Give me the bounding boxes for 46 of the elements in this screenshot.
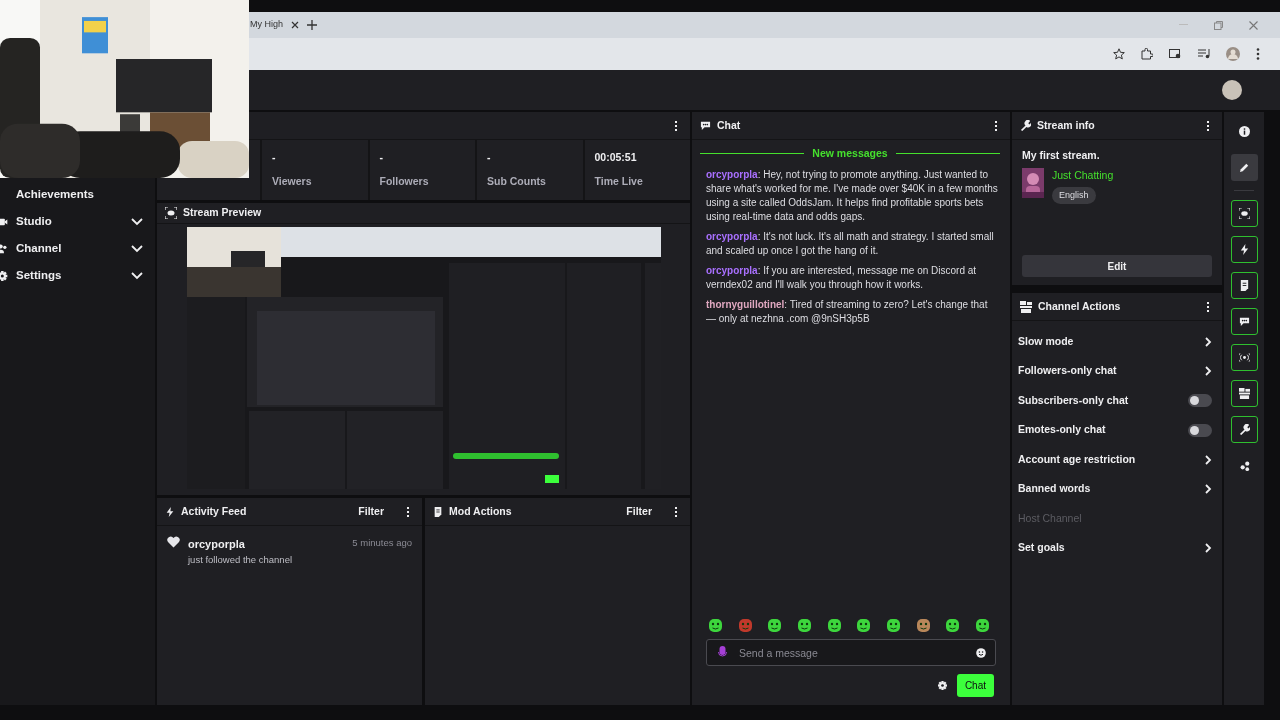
chat-username[interactable]: orcyporpla — [706, 168, 758, 180]
panel-title: Mod Actions — [449, 503, 513, 519]
chat-message: orcyporpla: It's not luck. It's all math and strategy. I started small and scaled up once I got the hang of it. — [706, 229, 995, 258]
timestamp: 5 minutes ago — [352, 536, 412, 550]
chat-message: orcyporpla: Hey, not trying to promote anything. Just wanted to share what's worked for me. I've made over $40K in a few months using a site called OddsJam. It helps find profitable sports bets using real-time data and odds gaps. — [706, 167, 999, 224]
stat-label: Viewers — [272, 173, 313, 189]
channel-action: Host Channel — [1018, 510, 1083, 526]
username[interactable]: orcyporpla — [188, 536, 345, 553]
sidebar-item[interactable]: Studio — [8, 212, 131, 231]
sidebar-item[interactable]: Achievements — [8, 185, 143, 204]
sidebar-item[interactable]: Settings — [8, 266, 131, 285]
message-input[interactable]: Send a message — [706, 639, 996, 666]
filter-button[interactable]: Filter — [358, 503, 384, 520]
panel-title: Stream info — [1037, 117, 1096, 133]
channel-action[interactable]: Emotes-only chat — [1018, 422, 1188, 439]
chat-message: thornyguillotinel: Tired of streaming to zero? Let's change that — only at nezhna .com @9nSH3p5B — [706, 297, 989, 326]
language-tag[interactable]: English — [1052, 186, 1096, 204]
event-text: just followed the channel — [188, 552, 294, 567]
sidebar-item[interactable]: Channel — [8, 239, 131, 258]
chat-message: orcyporpla: If you are interested, message me on Discord at verndex02 and I'll walk you through how it works. — [706, 263, 978, 292]
panel-title: Stream Preview — [183, 205, 263, 221]
channel-action[interactable]: Account age restriction — [1018, 451, 1204, 468]
send-button[interactable]: Chat — [956, 674, 994, 697]
stat-label: Sub Counts — [487, 173, 547, 189]
channel-action[interactable]: Set goals — [1018, 540, 1204, 557]
stat-label: Time Live — [594, 173, 644, 189]
stat-value: 00:05:51 — [594, 150, 638, 165]
channel-action[interactable]: Followers-only chat — [1018, 363, 1204, 380]
chat-username[interactable]: orcyporpla — [706, 230, 758, 242]
stat-label: Followers — [379, 173, 430, 189]
channel-action[interactable]: Slow mode — [1018, 333, 1204, 350]
edit-button[interactable]: Edit — [1022, 255, 1212, 277]
filter-button[interactable]: Filter — [626, 503, 652, 520]
stat-value: - — [487, 150, 492, 165]
panel-title: Channel Actions — [1038, 298, 1122, 314]
channel-action[interactable]: Subscribers-only chat — [1018, 392, 1188, 409]
tab-title[interactable]: My High — [250, 18, 283, 32]
stream-title: My first stream. — [1022, 148, 1101, 163]
chat-username[interactable]: orcyporpla — [706, 264, 758, 276]
stat-value: - — [272, 150, 277, 165]
category-link[interactable]: Just Chatting — [1052, 167, 1114, 184]
channel-action[interactable]: Banned words — [1018, 481, 1204, 498]
stat-value: - — [379, 150, 384, 165]
panel-title: Chat — [717, 117, 742, 133]
new-messages-divider: New messages — [812, 146, 888, 161]
panel-title: Activity Feed — [181, 503, 248, 519]
